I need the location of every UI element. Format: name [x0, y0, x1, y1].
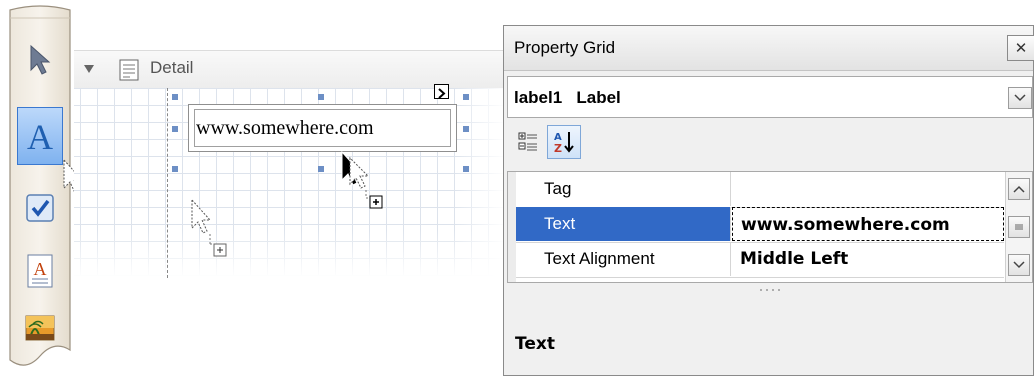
- scroll-down-button[interactable]: [1008, 254, 1030, 276]
- label1-text: www.somewhere.com: [196, 117, 374, 139]
- svg-text:Z: Z: [554, 142, 562, 155]
- property-row-text[interactable]: Text www.somewhere.com: [516, 207, 1004, 243]
- close-button[interactable]: ✕: [1007, 35, 1034, 61]
- left-margin-line: [167, 88, 168, 278]
- checkbox-icon: [26, 194, 54, 222]
- selection-handle[interactable]: [172, 94, 178, 100]
- selection-handle[interactable]: [318, 94, 324, 100]
- property-grid-title: Property Grid: [514, 38, 616, 57]
- svg-text:A: A: [27, 117, 53, 157]
- selection-handle[interactable]: [463, 166, 469, 172]
- property-value[interactable]: Middle Left: [732, 242, 1004, 276]
- object-selector-combo[interactable]: label1 Label: [507, 76, 1033, 118]
- property-list-gutter: [508, 172, 516, 282]
- chevron-down-icon: [1014, 94, 1026, 102]
- property-grid-panel: Property Grid ✕ label1 Label A Z Tag Tex…: [503, 25, 1034, 376]
- description-title: Text: [515, 334, 555, 354]
- rich-text-tool[interactable]: A: [17, 249, 63, 293]
- property-name: Tag: [516, 172, 731, 206]
- rich-text-icon: A: [27, 254, 53, 288]
- categorized-button[interactable]: [511, 125, 545, 159]
- alphabetical-icon: A Z: [554, 132, 574, 155]
- checkbox-tool[interactable]: [17, 188, 63, 228]
- selection-handle[interactable]: [172, 166, 178, 172]
- detail-band-title: Detail: [150, 58, 194, 77]
- description-panel: Text: [507, 296, 1033, 375]
- pointer-icon: [30, 44, 51, 75]
- property-name: Text Alignment: [516, 242, 731, 276]
- chevron-down-icon: [1013, 261, 1025, 269]
- report-designer-surface[interactable]: www.somewhere.com Detail: [74, 0, 506, 376]
- selection-handle[interactable]: [172, 126, 178, 132]
- band-icon: [119, 59, 139, 81]
- scroll-thumb[interactable]: [1008, 216, 1030, 238]
- vertical-scrollbar[interactable]: [1005, 172, 1032, 282]
- label-tool[interactable]: A: [17, 107, 63, 165]
- selection-handle[interactable]: [318, 166, 324, 172]
- description-splitter[interactable]: [507, 286, 1033, 294]
- collapse-triangle-icon[interactable]: [82, 62, 96, 76]
- grip-icon: [1015, 224, 1023, 230]
- svg-text:A: A: [34, 259, 47, 279]
- property-row-tag[interactable]: Tag: [516, 172, 1004, 208]
- close-icon: ✕: [1014, 39, 1028, 57]
- property-grid-toolbar: A Z: [507, 121, 1033, 165]
- property-grid-titlebar: Property Grid ✕: [504, 26, 1034, 71]
- grid-fade-right: [454, 88, 506, 278]
- selection-handle[interactable]: [463, 94, 469, 100]
- property-value-input[interactable]: www.somewhere.com: [732, 207, 1004, 241]
- property-value[interactable]: [732, 172, 1004, 206]
- drop-cursor-icon: [191, 198, 227, 257]
- categorized-icon: [518, 132, 537, 151]
- move-cursor-icon: [341, 150, 383, 209]
- picture-box-tool[interactable]: [17, 310, 63, 346]
- alphabetical-button[interactable]: A Z: [547, 125, 581, 159]
- selected-object-text: label1 Label: [514, 88, 621, 107]
- smart-tag-button[interactable]: [434, 84, 449, 99]
- chevron-up-icon: [1013, 185, 1025, 193]
- chevron-right-icon: [438, 88, 446, 99]
- label-icon: A: [27, 117, 53, 157]
- grid-fade: [74, 230, 506, 278]
- pointer-tool[interactable]: [17, 38, 63, 82]
- object-selector-dropdown-button[interactable]: [1008, 87, 1032, 109]
- selection-handle[interactable]: [463, 126, 469, 132]
- scroll-up-button[interactable]: [1008, 178, 1030, 200]
- property-list: Tag Text www.somewhere.com Text Alignmen…: [507, 171, 1033, 283]
- picture-box-icon: [25, 315, 55, 341]
- splitter-grip-icon: [760, 289, 780, 291]
- property-row-text-alignment[interactable]: Text Alignment Middle Left: [516, 242, 1004, 278]
- property-name: Text: [516, 207, 731, 241]
